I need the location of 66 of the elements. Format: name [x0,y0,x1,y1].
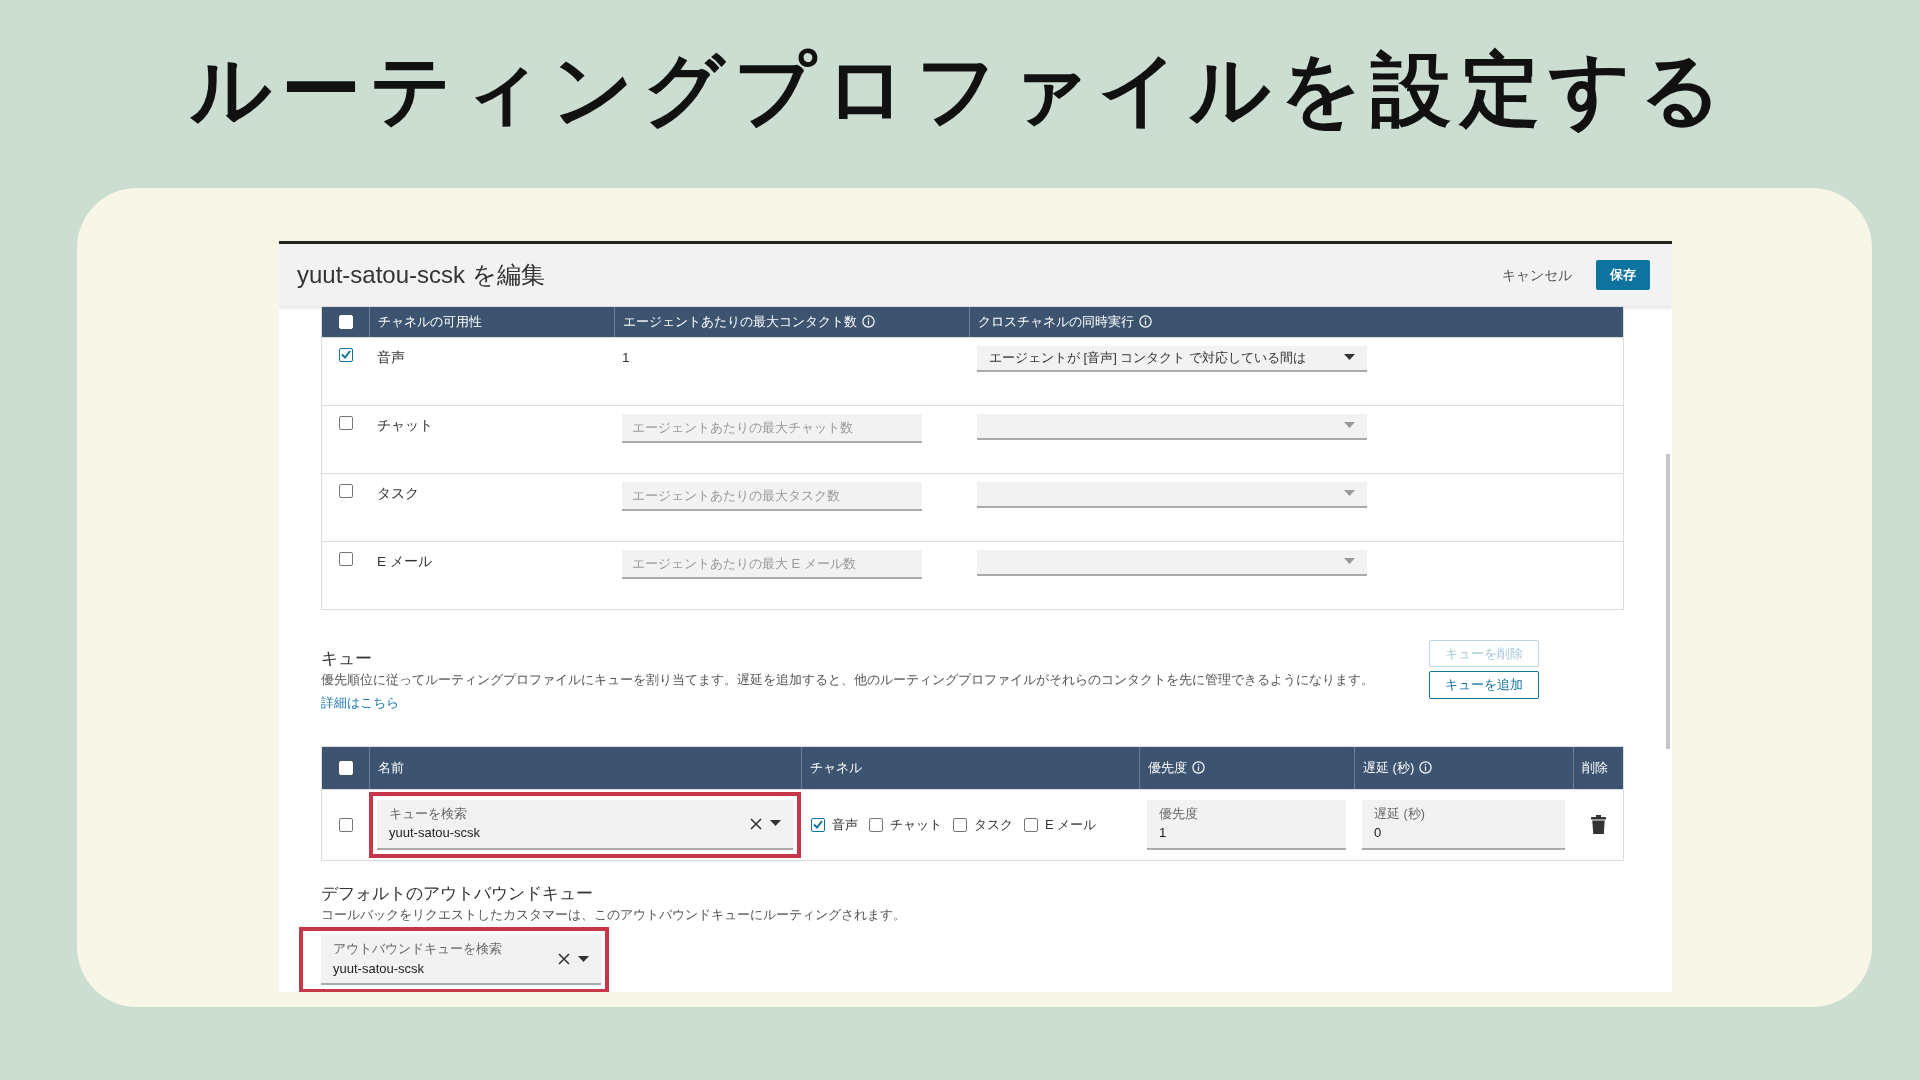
channel-name: E メール [377,553,432,569]
caret-icon [578,955,589,963]
checkbox[interactable] [869,817,883,832]
channel-name: タスク [377,485,419,501]
add-queue-button[interactable]: キューを追加 [1429,671,1539,699]
caret-icon [1344,558,1355,565]
caret-icon [1344,354,1355,361]
column-header: 削除 [1582,759,1608,777]
field-value: 1 [1159,824,1168,843]
delay-field[interactable]: 遅延 (秒) 0 [1362,799,1565,850]
column-header: 名前 [378,759,404,777]
cross-channel-dropdown[interactable] [977,549,1367,576]
section-title: キュー [321,647,373,670]
channel-label: チャット [890,816,942,834]
field-value: 0 [1374,824,1383,843]
channel-name: チャット [377,417,433,433]
section-title: デフォルトのアウトバウンドキュー [321,882,594,905]
cancel-link[interactable]: キャンセル [1502,264,1572,286]
column-header: エージェントあたりの最大コンタクト数 [623,313,857,331]
checkbox[interactable] [953,817,967,832]
channel-label: E メール [1045,816,1097,834]
column-header: 優先度 [1148,759,1187,777]
trash-icon[interactable] [1590,815,1606,835]
field-value: yuut-satou-scsk [333,959,426,978]
caret-icon [1344,490,1355,497]
dropdown-value: エージェントが [音声] コンタクト で対応している間は [989,348,1307,367]
caret-icon [1344,422,1355,429]
column-header: チャネル [810,759,862,777]
window-title: yuut-satou-scsk を編集 [297,260,545,290]
priority-field[interactable]: 優先度 1 [1147,799,1346,850]
scrollbar[interactable] [1666,454,1670,749]
column-header: クロスチャネルの同時実行 [978,313,1134,331]
field-label: 遅延 (秒) [1374,805,1426,823]
field-label: キューを検索 [389,805,468,823]
channel-label: 音声 [832,816,858,834]
section-description: コールバックをリクエストしたカスタマーは、このアウトバウンドキューにルーティングされます。 [321,907,907,925]
checkbox[interactable] [338,551,353,566]
max-contacts-field[interactable]: エージェントあたりの最大タスク数 [622,481,922,511]
max-contacts-field[interactable]: エージェントあたりの最大 E メール数 [622,549,922,579]
queue-search-field[interactable]: キューを検索 yuut-satou-scsk [377,799,793,850]
max-contacts-value: 1 [622,349,630,365]
channel-name: 音声 [377,349,405,365]
field-label: アウトバウンドキューを検索 [333,941,502,958]
caret-icon [770,820,781,828]
section-description: 優先順位に従ってルーティングプロファイルにキューを割り当てます。遅延を追加すると、他のルーティングプロファイルがそれらのコンタクトを先に管理できるようになります。 [321,672,1374,689]
cross-channel-dropdown[interactable] [977,413,1367,440]
channel-label: タスク [974,816,1013,834]
field-label: 優先度 [1159,805,1199,823]
field-value: yuut-satou-scsk [389,824,481,843]
column-header: 遅延 (秒) [1363,759,1415,777]
save-button[interactable]: 保存 [1596,260,1650,290]
learn-more-link[interactable]: 詳細はこちら [321,694,399,710]
checkbox[interactable] [338,817,353,832]
outbound-queue-field[interactable]: アウトバウンドキューを検索 yuut-satou-scsk [321,935,601,986]
cross-channel-dropdown[interactable]: エージェントが [音声] コンタクト で対応している間は [977,345,1367,372]
checkbox[interactable] [338,415,353,430]
checkbox[interactable] [811,817,825,832]
clear-icon [750,817,762,830]
column-header: チャネルの可用性 [378,313,482,331]
checkbox[interactable] [338,347,353,362]
checkbox[interactable] [1024,817,1038,832]
clear-icon [558,953,570,966]
cross-channel-dropdown[interactable] [977,481,1367,508]
max-contacts-field[interactable]: エージェントあたりの最大チャット数 [622,413,922,443]
slide-title: ルーティングプロファイルを設定する [188,44,1732,136]
checkbox[interactable] [338,483,353,498]
